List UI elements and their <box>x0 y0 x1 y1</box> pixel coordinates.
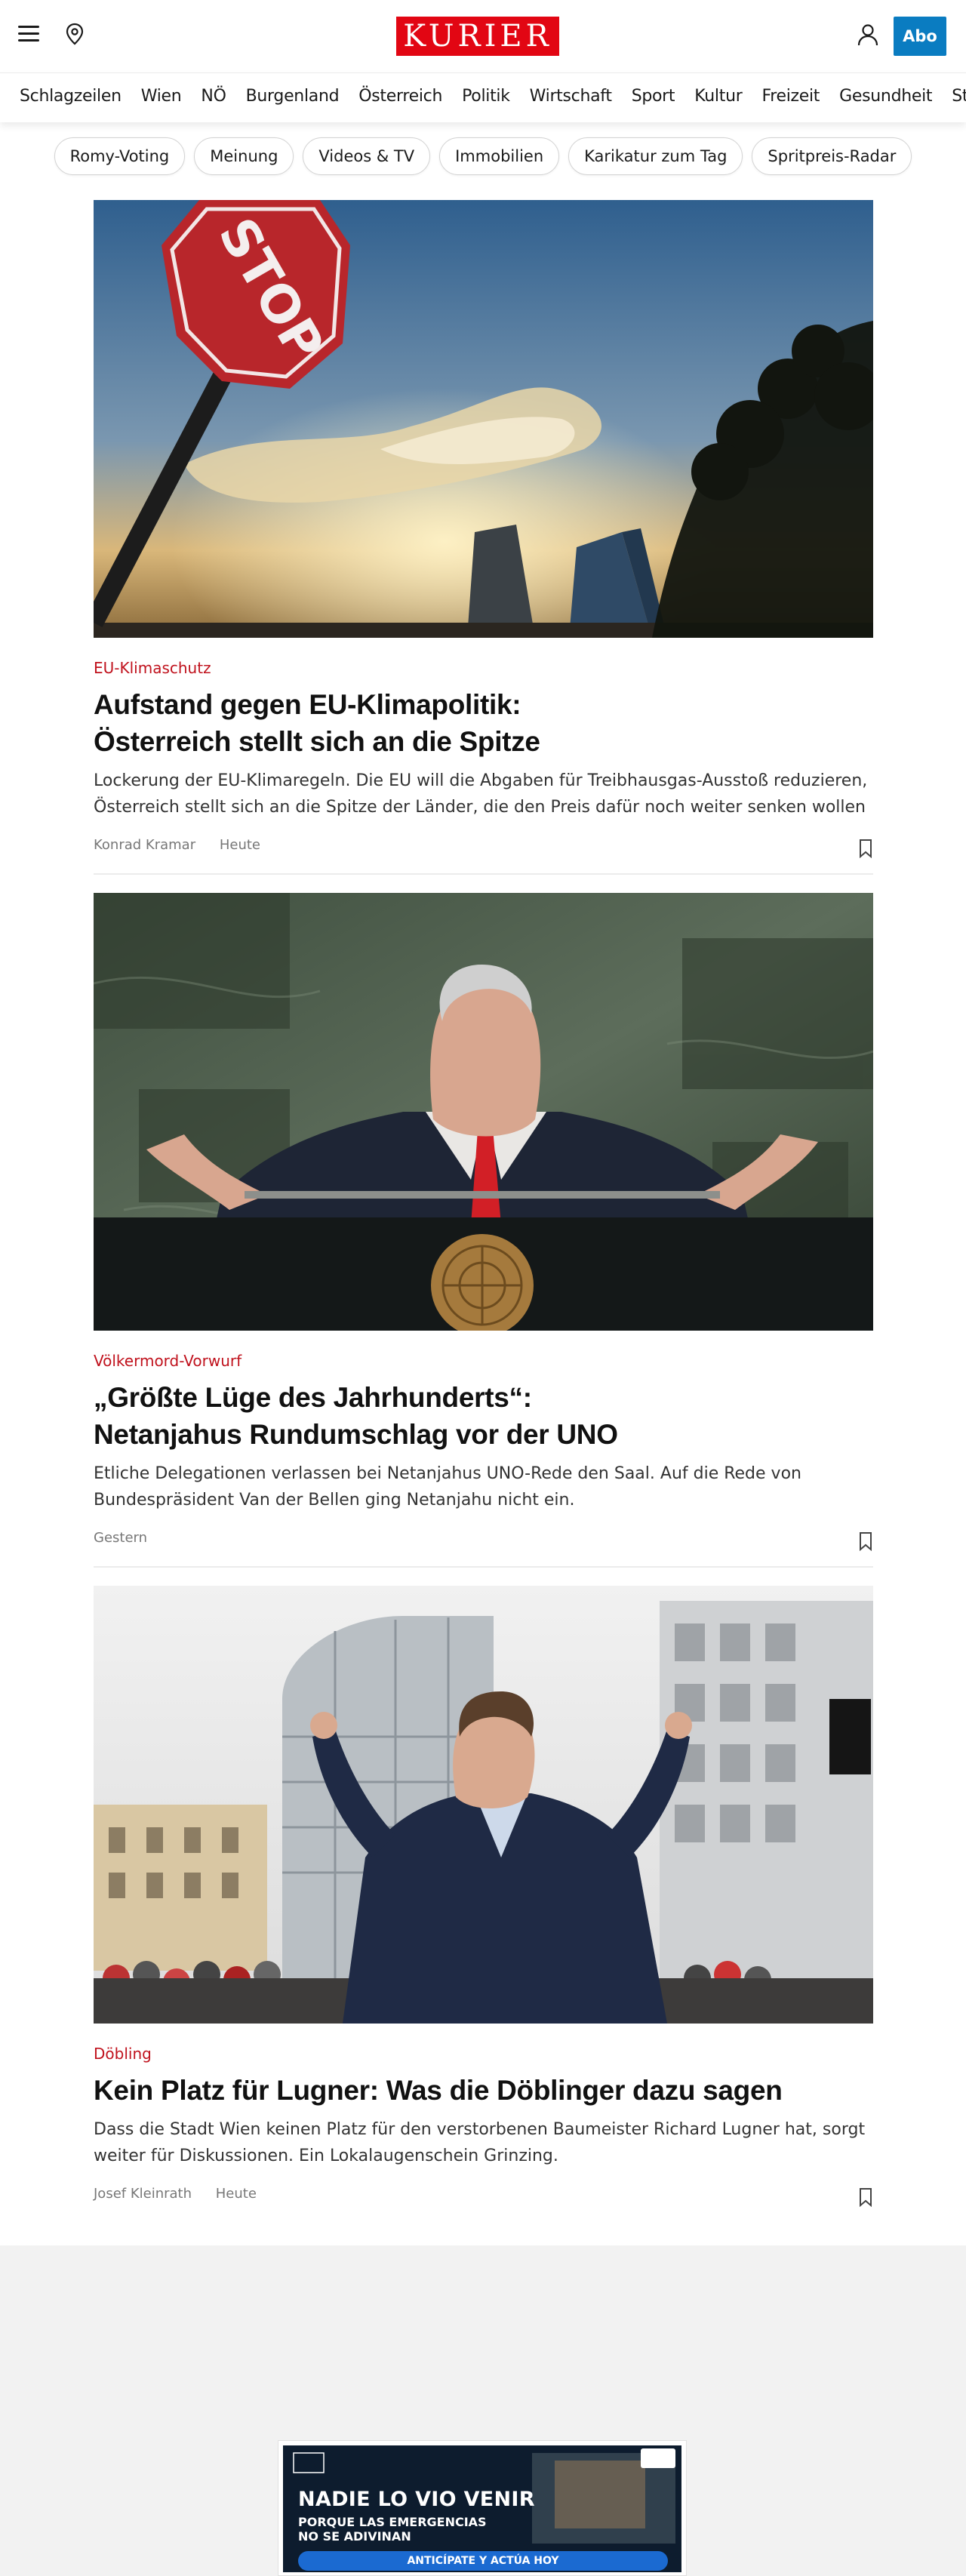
ad-info-icon[interactable] <box>641 2448 675 2468</box>
bookmark-icon[interactable] <box>858 839 873 858</box>
ad-title: NADIE LO VIO VENIR <box>298 2488 535 2511</box>
nav-item-stars[interactable]: Stars <box>952 73 966 120</box>
nav-item-politik[interactable]: Politik <box>462 73 510 120</box>
nav-item-sport[interactable]: Sport <box>632 73 675 120</box>
chip-romy-voting[interactable]: Romy-Voting <box>54 137 186 175</box>
section-navigation: Schlagzeilen Wien NÖ Burgenland Österreich Po… <box>0 72 966 122</box>
bookmark-icon[interactable] <box>858 2187 873 2207</box>
chip-immobilien[interactable]: Immobilien <box>439 137 560 175</box>
divider <box>94 873 873 875</box>
article-time: Gestern <box>94 1530 148 1546</box>
site-header: KURIER Abo <box>0 0 966 72</box>
article-teaser: Lockerung der EU-Klimaregeln. Die EU wil… <box>94 771 868 817</box>
chip-videos-tv[interactable]: Videos & TV <box>303 137 431 175</box>
topic-chips: Romy-Voting Meinung Videos & TV Immobilien K… <box>0 137 966 177</box>
nav-item-freizeit[interactable]: Freizeit <box>761 73 820 120</box>
location-pin-icon[interactable] <box>65 23 85 45</box>
nav-item-wirtschaft[interactable]: Wirtschaft <box>530 73 612 120</box>
article-card[interactable]: STOP EU-Klimaschutz Aufstand gegen EU-Kl… <box>94 200 873 860</box>
nav-item-gesundheit[interactable]: Gesundheit <box>839 73 932 120</box>
article-card[interactable]: Döbling Kein Platz für Lugner: Was die D… <box>94 1586 873 2208</box>
article-card[interactable]: Völkermord-Vorwurf „Größte Lüge des Jahr… <box>94 893 873 1553</box>
article-kicker: Völkermord-Vorwurf <box>94 1352 242 1370</box>
nav-item-wien[interactable]: Wien <box>141 73 182 120</box>
abo-button[interactable]: Abo <box>894 17 946 56</box>
article-meta: Gestern <box>94 1530 873 1553</box>
article-image[interactable] <box>94 1586 873 2024</box>
article-meta: Konrad Kramar Heute <box>94 837 873 860</box>
article-teaser: Etliche Delegationen verlassen bei Netan… <box>94 1464 801 1510</box>
menu-icon[interactable] <box>18 24 41 42</box>
article-time: Heute <box>215 2186 257 2202</box>
nav-item-noe[interactable]: NÖ <box>201 73 226 120</box>
article-image[interactable] <box>94 893 873 1331</box>
divider <box>94 1566 873 1568</box>
user-icon[interactable] <box>857 23 879 47</box>
article-author: Josef Kleinrath <box>94 2186 192 2202</box>
article-headline[interactable]: Kein Platz für Lugner: Was die Döblinger… <box>94 2072 873 2109</box>
chip-karikatur[interactable]: Karikatur zum Tag <box>568 137 743 175</box>
article-time: Heute <box>219 837 260 853</box>
chip-spritpreis-radar[interactable]: Spritpreis-Radar <box>752 137 912 175</box>
chip-meinung[interactable]: Meinung <box>194 137 294 175</box>
article-headline[interactable]: Aufstand gegen EU-Klimapolitik: Österrei… <box>94 686 873 760</box>
nav-item-schlagzeilen[interactable]: Schlagzeilen <box>20 73 122 120</box>
nav-item-kultur[interactable]: Kultur <box>694 73 743 120</box>
article-author: Konrad Kramar <box>94 837 196 853</box>
ad-subtitle: PORQUE LAS EMERGENCIAS NO SE ADIVINAN <box>298 2515 487 2544</box>
article-kicker: Döbling <box>94 2045 152 2063</box>
article-image[interactable]: STOP <box>94 200 873 638</box>
kurier-logo[interactable]: KURIER <box>396 17 559 56</box>
nav-item-burgenland[interactable]: Burgenland <box>246 73 340 120</box>
article-kicker: EU-Klimaschutz <box>94 659 211 677</box>
ad-cta-button[interactable]: ANTICÍPATE Y ACTÚA HOY <box>298 2551 668 2571</box>
article-teaser: Dass die Stadt Wien keinen Platz für den… <box>94 2120 866 2165</box>
bookmark-icon[interactable] <box>858 1531 873 1551</box>
article-headline[interactable]: „Größte Lüge des Jahrhunderts“: Netanjah… <box>94 1379 873 1453</box>
nav-item-oesterreich[interactable]: Österreich <box>358 73 442 120</box>
article-meta: Josef Kleinrath Heute <box>94 2186 873 2208</box>
advertisement-banner[interactable]: NADIE LO VIO VENIR PORQUE LAS EMERGENCIA… <box>278 2440 687 2576</box>
